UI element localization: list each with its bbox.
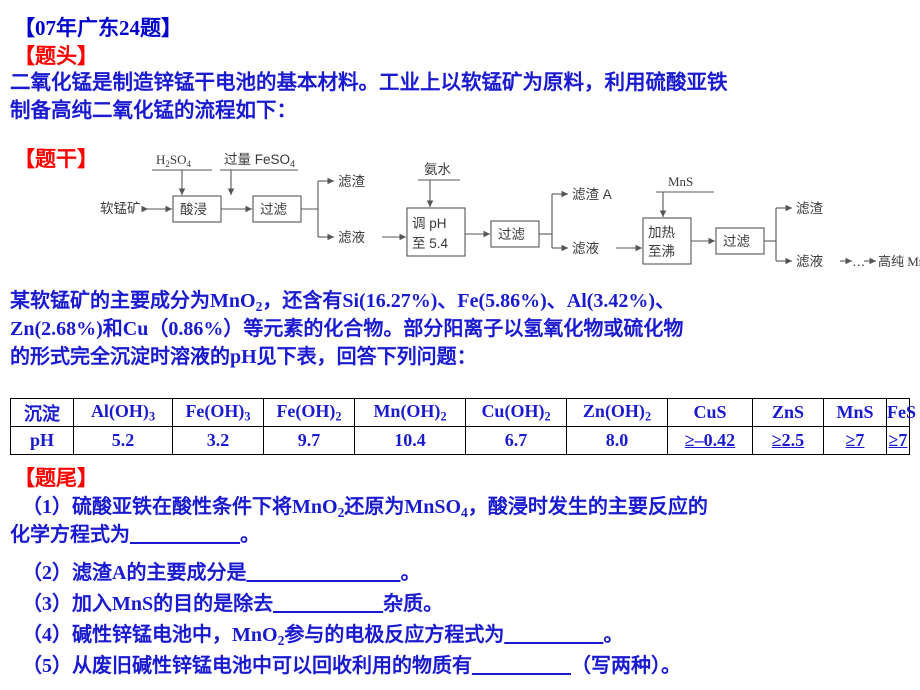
question-4-answer-blank[interactable]: _________ — [504, 624, 603, 646]
table-header-fe-oh-3: Fe(OH)3 — [172, 398, 264, 427]
reagent-h2so4-label: H2SO4 — [156, 152, 192, 169]
question-1-answer-blank[interactable]: __________ — [130, 524, 240, 546]
question-1-line-2: 化学方程式为__________。 — [10, 522, 260, 549]
table-cell-ph-cus: ≥–0.42 — [667, 426, 753, 455]
node-heat-line2: 至沸 — [648, 244, 675, 259]
question-5-answer-blank[interactable]: _________ — [472, 655, 571, 677]
section-stem-tag: 【题干】 — [14, 147, 98, 171]
precipitation-ph-table: 沉淀 Al(OH)3 Fe(OH)3 Fe(OH)2 Mn(OH)2 Cu(OH… — [10, 398, 916, 455]
question-2-number: （2） — [22, 562, 72, 584]
table-header-row-label: 沉淀 — [10, 398, 74, 427]
reagent-mns-label: MnS — [668, 174, 693, 189]
section-head-tag: 【题头】 — [14, 44, 98, 68]
table-header-mn-oh-2: Mn(OH)2 — [354, 398, 466, 427]
question-5: （5）从废旧碱性锌锰电池中可以回收利用的物质有_________（写两种）。 — [22, 653, 681, 680]
table-header-zns: ZnS — [752, 398, 824, 427]
node-heat-line1: 加热 — [648, 225, 676, 240]
question-1-line2-period: 。 — [240, 524, 260, 546]
reagent-excess-feso4-label: 过量 FeSO4 — [224, 152, 295, 169]
node-adjust-ph-line2: 至 5.4 — [412, 236, 449, 251]
slide-canvas: 【07年广东24题】 【题头】 二氧化锰是制造锌锰干电池的基本材料。工业上以软锰… — [0, 0, 920, 690]
node-ellipsis-label: … — [852, 254, 866, 269]
question-1-text-b: 还原为MnSO — [344, 496, 462, 518]
question-2-text-a: 滤渣A的主要成分是 — [72, 562, 247, 584]
table-cell-ph-zns: ≥2.5 — [752, 426, 824, 455]
question-4-text-c: 。 — [603, 624, 624, 646]
question-3-number: （3） — [22, 593, 72, 615]
question-3-text-a: 加入MnS的目的是除去 — [72, 593, 274, 615]
table-row-header: 沉淀 Al(OH)3 Fe(OH)3 Fe(OH)2 Mn(OH)2 Cu(OH… — [10, 398, 916, 427]
node-filtrate-1-label: 滤液 — [338, 230, 365, 245]
node-adjust-ph-line1: 调 pH — [412, 216, 447, 231]
process-flow-diagram: H2SO4 过量 FeSO4 软锰矿 酸浸 过滤 滤渣 滤液 氨水 调 pH 至… — [100, 148, 920, 280]
composition-line-2: Zn(2.68%)和Cu（0.86%）等元素的化合物。部分阳离子以氢氧化物或硫化… — [10, 318, 684, 340]
section-tail-tag: 【题尾】 — [14, 466, 98, 490]
question-4-text-b: 参与的电极反应方程式为 — [284, 624, 505, 646]
question-4-number: （4） — [22, 624, 72, 646]
question-5-text-b: （写两种）。 — [571, 655, 681, 677]
table-header-zn-oh-2: Zn(OH)2 — [566, 398, 668, 427]
table-row-ph: pH 5.2 3.2 9.7 10.4 6.7 8.0 ≥–0.42 ≥2.5 … — [10, 426, 910, 455]
question-1-text-a: 硫酸亚铁在酸性条件下将MnO — [72, 496, 338, 518]
table-header-al-oh-3: Al(OH)3 — [73, 398, 173, 427]
table-cell-ph-fe-oh-2: 9.7 — [263, 426, 355, 455]
reagent-ammonia-label: 氨水 — [424, 162, 451, 177]
table-cell-ph-zn-oh-2: 8.0 — [566, 426, 668, 455]
node-residue-1-label: 滤渣 — [338, 174, 365, 189]
question-4: （4）碱性锌锰电池中，MnO2参与的电极反应方程式为_________。 — [22, 622, 623, 654]
table-header-cu-oh-2: Cu(OH)2 — [465, 398, 567, 427]
question-3: （3）加入MnS的目的是除去__________杂质。 — [22, 591, 443, 618]
table-header-fes: FeS — [886, 398, 916, 427]
node-residue-3-label: 滤渣 — [796, 201, 824, 216]
source-tag: 【07年广东24题】 — [14, 16, 182, 40]
table-cell-ph-cu-oh-2: 6.7 — [465, 426, 567, 455]
question-1-number: （1） — [22, 496, 72, 518]
node-residue-a-label: 滤渣 A — [572, 187, 612, 202]
node-acid-leach-label: 酸浸 — [180, 202, 207, 217]
question-2: （2）滤渣A的主要成分是______________。 — [22, 560, 420, 587]
head-line-1: 二氧化锰是制造锌锰干电池的基本材料。工业上以软锰矿为原料，利用硫酸亚铁 — [10, 72, 728, 94]
composition-line-3: 的形式完全沉淀时溶液的pH见下表，回答下列问题： — [10, 346, 477, 368]
question-3-answer-blank[interactable]: __________ — [273, 593, 383, 615]
node-ore-label: 软锰矿 — [100, 201, 141, 216]
node-filtrate-2-label: 滤液 — [572, 241, 600, 256]
table-cell-ph-mn-oh-2: 10.4 — [354, 426, 466, 455]
table-cell-ph-label: pH — [10, 426, 74, 455]
question-2-text-b: 。 — [400, 562, 421, 584]
question-1-text-c: ，酸浸时发生的主要反应的 — [467, 496, 708, 518]
node-product-label: 高纯 MnO2 — [878, 254, 920, 271]
question-1-line2-text: 化学方程式为 — [10, 524, 130, 546]
composition-line-1-a: 某软锰矿的主要成分为MnO — [10, 290, 256, 312]
table-cell-ph-fes: ≥7 — [886, 426, 910, 455]
table-header-fe-oh-2: Fe(OH)2 — [263, 398, 355, 427]
node-filter-2-label: 过滤 — [498, 227, 526, 242]
table-cell-ph-fe-oh-3: 3.2 — [172, 426, 264, 455]
question-5-text-a: 从废旧碱性锌锰电池中可以回收利用的物质有 — [72, 655, 472, 677]
node-filtrate-3-label: 滤液 — [796, 254, 824, 269]
table-header-mns: MnS — [823, 398, 887, 427]
table-cell-ph-al-oh-3: 5.2 — [73, 426, 173, 455]
question-1-sub-2: 4 — [461, 504, 468, 520]
table-header-cus: CuS — [667, 398, 753, 427]
head-line-2: 制备高纯二氧化锰的流程如下： — [10, 100, 297, 122]
table-cell-ph-mns: ≥7 — [823, 426, 887, 455]
composition-line-1-b: ，还含有Si(16.27%)、Fe(5.86%)、Al(3.42%)、 — [262, 290, 676, 312]
question-4-text-a: 碱性锌锰电池中，MnO — [72, 624, 278, 646]
node-filter-3-label: 过滤 — [723, 234, 751, 249]
node-filter-1-label: 过滤 — [260, 202, 287, 217]
flowchart-svg: H2SO4 过量 FeSO4 软锰矿 酸浸 过滤 滤渣 滤液 氨水 调 pH 至… — [100, 152, 920, 271]
question-5-number: （5） — [22, 655, 72, 677]
question-2-answer-blank[interactable]: ______________ — [246, 562, 400, 584]
question-3-text-b: 杂质。 — [383, 593, 444, 615]
